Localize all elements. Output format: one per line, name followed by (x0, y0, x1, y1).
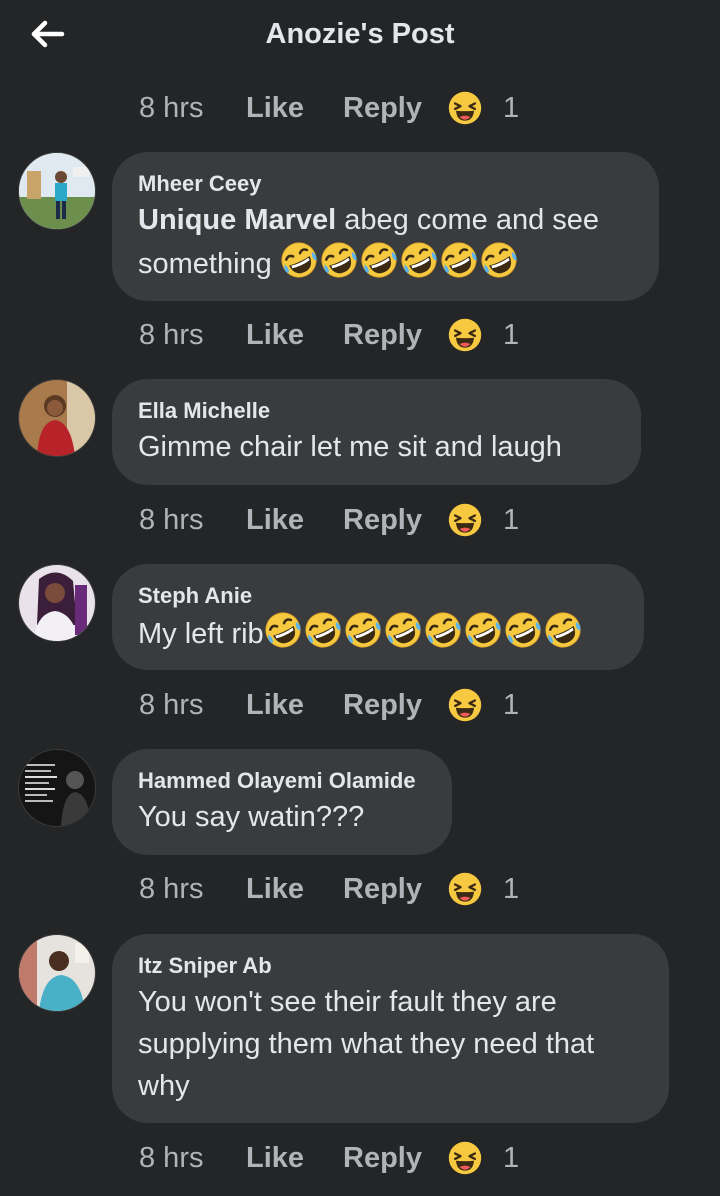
comment-actions: 8 hrs Like Reply 1 (139, 869, 519, 909)
comment-text: You won't see their fault they are suppl… (138, 986, 595, 1102)
laughing-emoji-icon (344, 611, 382, 649)
comment-bubble: Mheer Ceey Unique Marvel abeg come and s… (112, 152, 659, 301)
comment-actions: 8 hrs Like Reply 1 (139, 88, 519, 128)
comment-bubble: Steph Anie My left rib (112, 564, 644, 670)
comment-time: 8 hrs (139, 1141, 204, 1174)
avatar[interactable] (18, 564, 96, 642)
reaction-count: 1 (503, 318, 520, 351)
haha-reaction-icon (447, 90, 483, 126)
laughing-emoji-icon (264, 611, 302, 649)
commenter-name[interactable]: Ella Michelle (138, 396, 615, 426)
commenter-name[interactable]: Mheer Ceey (138, 169, 633, 199)
haha-reaction-icon (447, 687, 483, 723)
comment-time: 8 hrs (139, 91, 204, 124)
comment-text: Unique Marvel abeg come and see somethin… (138, 199, 633, 285)
commenter-name[interactable]: Itz Sniper Ab (138, 951, 643, 981)
haha-reaction-icon (447, 1140, 483, 1176)
app-header: Anozie's Post (0, 0, 720, 76)
like-button[interactable]: Like (246, 873, 343, 906)
reply-button[interactable]: Reply (343, 504, 447, 537)
like-button[interactable]: Like (246, 319, 343, 352)
page-title: Anozie's Post (265, 18, 455, 50)
reply-button[interactable]: Reply (343, 873, 447, 906)
profile-photo (19, 750, 95, 826)
reaction-count: 1 (503, 872, 520, 905)
profile-photo (19, 935, 95, 1011)
reaction-summary[interactable]: 1 (447, 1140, 519, 1176)
reply-button[interactable]: Reply (343, 319, 447, 352)
comment-actions: 8 hrs Like Reply 1 (139, 500, 519, 540)
reaction-summary[interactable]: 1 (447, 317, 519, 353)
reaction-count: 1 (503, 91, 520, 124)
comment-time: 8 hrs (139, 318, 204, 351)
emoji-group (264, 618, 584, 650)
reaction-summary[interactable]: 1 (447, 90, 519, 126)
like-button[interactable]: Like (246, 504, 343, 537)
laughing-emoji-icon (400, 241, 438, 279)
comment-actions: 8 hrs Like Reply 1 (139, 1138, 519, 1178)
haha-reaction-icon (447, 502, 483, 538)
laughing-emoji-icon (384, 611, 422, 649)
laughing-emoji-icon (320, 241, 358, 279)
reaction-count: 1 (503, 688, 520, 721)
reaction-count: 1 (503, 1141, 520, 1174)
reply-button[interactable]: Reply (343, 92, 447, 125)
comment-bubble: Itz Sniper Ab You won't see their fault … (112, 934, 669, 1123)
comment-text: You say watin??? (138, 801, 365, 833)
profile-photo (19, 565, 95, 641)
like-button[interactable]: Like (246, 1142, 343, 1175)
laughing-emoji-icon (424, 611, 462, 649)
emoji-group (280, 248, 520, 280)
reaction-count: 1 (503, 503, 520, 536)
laughing-emoji-icon (464, 611, 502, 649)
laughing-emoji-icon (480, 241, 518, 279)
laughing-emoji-icon (280, 241, 318, 279)
comment-text: Gimme chair let me sit and laugh (138, 431, 562, 463)
like-button[interactable]: Like (246, 92, 343, 125)
haha-reaction-icon (447, 317, 483, 353)
profile-photo (19, 153, 95, 229)
mention-link[interactable]: Unique Marvel (138, 204, 336, 236)
comment-time: 8 hrs (139, 688, 204, 721)
comment-bubble: Ella Michelle Gimme chair let me sit and… (112, 379, 641, 485)
commenter-name[interactable]: Hammed Olayemi Olamide (138, 766, 426, 796)
reaction-summary[interactable]: 1 (447, 871, 519, 907)
laughing-emoji-icon (504, 611, 542, 649)
reaction-summary[interactable]: 1 (447, 502, 519, 538)
laughing-emoji-icon (304, 611, 342, 649)
reply-button[interactable]: Reply (343, 689, 447, 722)
reply-button[interactable]: Reply (343, 1142, 447, 1175)
comment-text: My left rib (138, 611, 618, 655)
comment-actions: 8 hrs Like Reply 1 (139, 315, 519, 355)
comment-bubble: Hammed Olayemi Olamide You say watin??? (112, 749, 452, 855)
avatar[interactable] (18, 749, 96, 827)
avatar[interactable] (18, 152, 96, 230)
avatar[interactable] (18, 379, 96, 457)
laughing-emoji-icon (544, 611, 582, 649)
like-button[interactable]: Like (246, 689, 343, 722)
comment-time: 8 hrs (139, 872, 204, 905)
profile-photo (19, 380, 95, 456)
reaction-summary[interactable]: 1 (447, 687, 519, 723)
comment-time: 8 hrs (139, 503, 204, 536)
commenter-name[interactable]: Steph Anie (138, 581, 618, 611)
haha-reaction-icon (447, 871, 483, 907)
laughing-emoji-icon (440, 241, 478, 279)
laughing-emoji-icon (360, 241, 398, 279)
comment-actions: 8 hrs Like Reply 1 (139, 685, 519, 725)
avatar[interactable] (18, 934, 96, 1012)
